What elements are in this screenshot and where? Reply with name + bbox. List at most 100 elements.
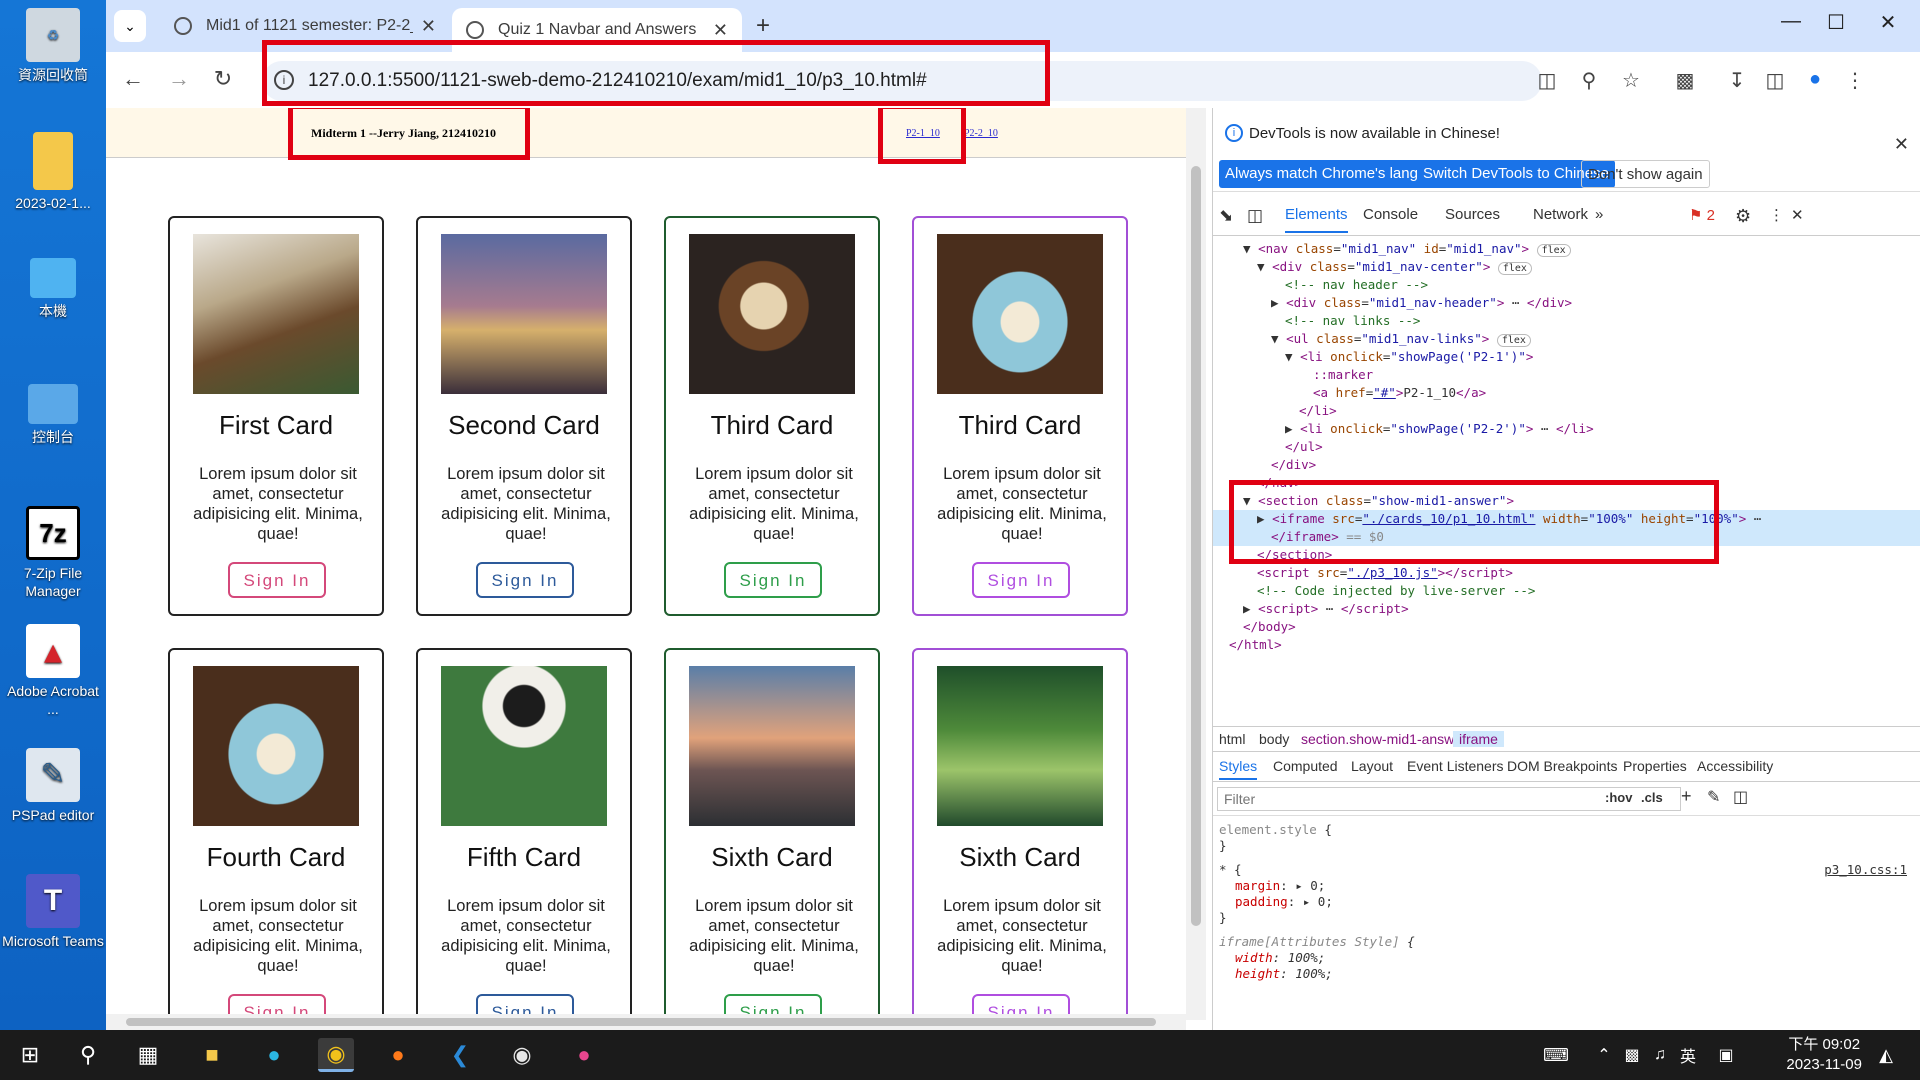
desktop-icon-control-panel[interactable]: 控制台 [0,384,106,446]
keyboard-icon[interactable]: ⌨ [1538,1038,1574,1072]
ime-indicator[interactable]: 英 [1670,1038,1706,1072]
dom-node[interactable]: ▶ <script> ⋯ </script> [1243,600,1409,618]
desktop-icon-acrobat[interactable]: ▴ Adobe Acrobat ... [0,624,106,718]
download-icon[interactable]: ↧ [1724,68,1750,93]
gear-icon[interactable]: ⚙ [1735,206,1751,227]
dom-pseudo[interactable]: ::marker [1313,366,1373,384]
dom-node[interactable]: ▼ <ul class="mid1_nav-links"> flex [1271,330,1531,348]
css-source-link[interactable]: p3_10.css:1 [1824,862,1907,877]
close-icon[interactable]: ✕ [1791,206,1804,224]
sign-in-button[interactable]: Sign In [228,562,326,598]
crumb-body[interactable]: body [1259,731,1289,747]
dom-comment[interactable]: <!-- nav links --> [1285,312,1420,330]
inspect-element-icon[interactable]: ⬊ [1219,206,1233,226]
close-icon[interactable]: ✕ [421,16,436,37]
tab-console[interactable]: Console [1363,206,1418,223]
sign-in-button[interactable]: Sign In [724,562,822,598]
dont-show-again-button[interactable]: Don't show again [1581,160,1710,188]
forward-button[interactable]: → [164,66,194,92]
subtab-computed[interactable]: Computed [1273,758,1338,774]
taskbar-edge[interactable]: ● [256,1038,292,1072]
crumb-html[interactable]: html [1219,731,1245,747]
dom-node[interactable]: <a href="#">P2-1_10</a> [1313,384,1486,402]
style-rule[interactable]: element.style { [1219,822,1332,837]
crumb-section[interactable]: section.show-mid1-answer [1301,731,1467,747]
profile-avatar-icon[interactable]: ● [1802,68,1828,91]
subtab-dom-breakpoints[interactable]: DOM Breakpoints [1507,758,1617,774]
dom-node[interactable]: ▼ <nav class="mid1_nav" id="mid1_nav"> f… [1243,240,1571,258]
desktop-icon-pspad[interactable]: ✎ PSPad editor [0,748,106,824]
translate-icon[interactable]: ◫ [1534,68,1560,93]
taskbar-explorer[interactable]: ■ [194,1038,230,1072]
issues-badge[interactable]: ⚑ 2 [1689,206,1715,224]
style-prop[interactable]: height: 100%; [1235,966,1333,981]
style-rule[interactable]: iframe[Attributes Style] { [1219,934,1415,949]
tab-sources[interactable]: Sources [1445,206,1500,223]
dom-node[interactable]: </body> [1243,618,1296,636]
tab-network[interactable]: Network [1533,206,1588,223]
dom-node[interactable]: </ul> [1285,438,1323,456]
close-icon[interactable]: ✕ [713,20,728,41]
dom-node[interactable]: </html> [1229,636,1282,654]
taskbar-vscode[interactable]: ❮ [442,1038,478,1072]
dom-node[interactable]: ▶ <li onclick="showPage('P2-2')"> ⋯ </li… [1285,420,1594,438]
ime-mode-icon[interactable]: ▣ [1708,1038,1744,1072]
side-panel-icon[interactable]: ◫ [1762,68,1788,93]
scroll-thumb[interactable] [1191,166,1201,926]
style-rule[interactable]: * { [1219,862,1242,877]
task-view-button[interactable]: ▦ [130,1038,166,1072]
plus-icon[interactable]: + [1681,786,1692,807]
dom-node[interactable]: ▼ <li onclick="showPage('P2-1')"> [1285,348,1533,366]
dom-comment[interactable]: <!-- nav header --> [1285,276,1428,294]
desktop-icon-this-pc[interactable]: 本機 [0,258,106,320]
taskbar-app-drop[interactable]: ● [566,1038,602,1072]
hov-toggle[interactable]: :hov [1605,790,1632,805]
menu-kebab-icon[interactable]: ⋮ [1842,68,1868,93]
bookmark-star-icon[interactable]: ☆ [1618,68,1644,93]
sign-in-button[interactable]: Sign In [476,562,574,598]
kebab-menu-icon[interactable]: ⋮ [1769,206,1784,224]
subtab-layout[interactable]: Layout [1351,758,1393,774]
back-button[interactable]: ← [118,66,148,92]
paint-icon[interactable]: ✎ [1707,787,1720,807]
minimize-button[interactable]: — [1771,10,1811,33]
more-tabs-icon[interactable]: » [1595,206,1603,223]
start-button[interactable]: ⊞ [12,1038,48,1072]
tab-search-button[interactable]: ⌄ [114,10,146,42]
dom-comment[interactable]: <!-- Code injected by live-server --> [1257,582,1535,600]
sign-in-button[interactable]: Sign In [972,562,1070,598]
sidebar-toggle-icon[interactable]: ◫ [1733,787,1748,807]
reload-button[interactable]: ↻ [208,66,238,92]
style-prop[interactable]: width: 100%; [1235,950,1325,965]
subtab-event-listeners[interactable]: Event Listeners [1407,758,1504,774]
search-button[interactable]: ⚲ [70,1038,106,1072]
dom-node[interactable]: ▼ <div class="mid1_nav-center"> flex [1257,258,1532,276]
desktop-icon-7zip[interactable]: 7z 7-Zip File Manager [0,506,106,600]
close-window-button[interactable]: ✕ [1868,10,1908,35]
subtab-properties[interactable]: Properties [1623,758,1687,774]
maximize-button[interactable]: ☐ [1816,10,1856,35]
subtab-styles[interactable]: Styles [1219,758,1258,780]
cls-toggle[interactable]: .cls [1641,790,1663,805]
dom-node[interactable]: </div> [1271,456,1316,474]
nav-link-p2-2[interactable]: P2-2_10 [964,128,998,139]
subtab-accessibility[interactable]: Accessibility [1697,758,1773,774]
device-toolbar-icon[interactable]: ◫ [1247,206,1263,226]
taskbar-paint[interactable]: ◉ [504,1038,540,1072]
new-tab-button[interactable]: + [756,12,770,40]
style-prop[interactable]: margin: ▸ 0; [1235,878,1325,893]
scroll-thumb[interactable] [126,1018,1156,1026]
vertical-scrollbar[interactable] [1186,108,1206,1020]
notification-icon[interactable]: ◭ [1868,1038,1904,1072]
dom-node[interactable]: ▶ <div class="mid1_nav-header"> ⋯ </div> [1271,294,1572,312]
dom-node[interactable]: <script src="./p3_10.js"></script> [1257,564,1513,582]
desktop-icon-teams[interactable]: T Microsoft Teams [0,874,106,950]
horizontal-scrollbar[interactable] [106,1014,1186,1030]
extensions-icon[interactable]: ▩ [1672,68,1698,93]
dom-node[interactable]: </li> [1299,402,1337,420]
taskbar-chrome[interactable]: ◉ [318,1038,354,1072]
zoom-icon[interactable]: ⚲ [1576,68,1602,93]
tab-mid1[interactable]: Mid1 of 1121 semester: P2-2_ ✕ [160,8,450,44]
desktop-icon-folder[interactable]: 2023-02-1... [0,132,106,212]
crumb-iframe[interactable]: iframe [1453,731,1504,747]
